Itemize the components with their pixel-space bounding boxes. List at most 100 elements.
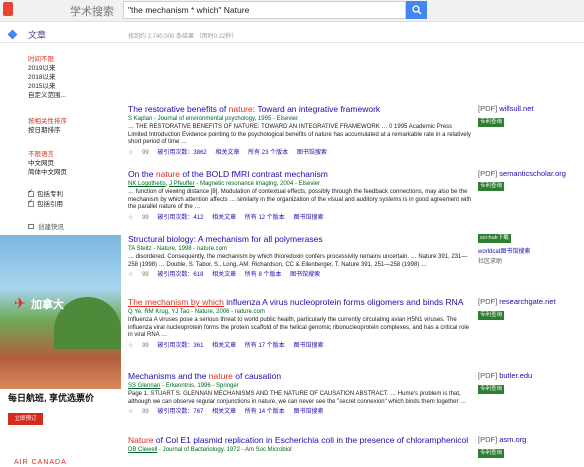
result-meta: Q Ye, RM Krug, YJ Tao - Nature, 2006 - n… [128, 309, 265, 315]
lang-chinese[interactable]: 中文网页 [28, 159, 54, 168]
library-search-link[interactable]: 图书馆搜索 [297, 150, 327, 156]
pdf-link[interactable]: [PDF] researchgate.net [478, 297, 556, 306]
time-filter-2019[interactable]: 2019以来 [28, 64, 55, 73]
author-link[interactable]: DB Clewell [128, 447, 157, 453]
library-search-link[interactable]: 图书馆搜索 [293, 215, 323, 221]
quote-icon[interactable]: 99 [142, 272, 149, 278]
star-icon[interactable]: ☆ [128, 272, 133, 278]
result-title[interactable]: Structural biology: A mechanism for all … [128, 234, 473, 244]
result-meta: SS Glennan - Erkenntnis, 1996 - Springer [128, 383, 239, 389]
patent-query-badge[interactable]: 专利查询 [478, 449, 505, 458]
author-link[interactable]: J Pfeuffer [169, 181, 195, 187]
sort-relevance[interactable]: 按相关性排序 [28, 117, 67, 126]
result-meta: NK Logothetis, J Pfeuffer - Magnetic res… [128, 181, 321, 187]
time-filter-custom[interactable]: 自定义范围... [28, 91, 66, 100]
checkbox-icon[interactable] [28, 198, 34, 207]
mail-icon [28, 224, 34, 229]
star-icon[interactable]: ☆ [128, 215, 133, 221]
result-meta: DB Clewell - Journal of Bacteriology, 19… [128, 447, 292, 453]
related-articles-link[interactable]: 相关文章 [212, 272, 236, 278]
author-link[interactable]: NK Logothetis [128, 181, 166, 187]
lang-simplified-chinese[interactable]: 简体中文网页 [28, 168, 67, 177]
search-result: Nature of Col E1 plasmid replication in … [128, 435, 473, 454]
cited-by-link[interactable]: 被引用次数：767 [157, 409, 203, 415]
cited-by-link[interactable]: 被引用次数：618 [157, 272, 203, 278]
related-articles-link[interactable]: 相关文章 [215, 150, 239, 156]
library-search-link[interactable]: 图书馆搜索 [293, 343, 323, 349]
ad-cta-button[interactable]: 立即预订 [8, 413, 43, 425]
advertisement[interactable]: ✈ 加拿大 每日航班, 享优选票价 立即预订 AIR CANADA [0, 235, 121, 467]
all-versions-link[interactable]: 所有 17 个版本 [245, 343, 285, 349]
result-links: ☆ 99 被引用次数：767 相关文章 所有 14 个版本 图书馆搜索 [128, 408, 473, 416]
hamburger-icon[interactable] [3, 2, 13, 16]
all-versions-link[interactable]: 所有 14 个版本 [245, 409, 285, 415]
community-help-link[interactable]: 社区求助 [478, 256, 502, 265]
patent-query-badge[interactable]: 专利查询 [478, 182, 505, 191]
pdf-link[interactable]: [PDF] butler.edu [478, 371, 532, 380]
result-title[interactable]: Nature of Col E1 plasmid replication in … [128, 435, 473, 445]
include-citations-check[interactable]: 包括引用 [28, 198, 63, 209]
related-articles-link[interactable]: 相关文章 [212, 409, 236, 415]
quote-icon[interactable]: 99 [142, 409, 149, 415]
menu-icon[interactable] [7, 29, 18, 40]
library-search-link[interactable]: 图书馆搜索 [293, 409, 323, 415]
search-result: Structural biology: A mechanism for all … [128, 234, 473, 279]
result-title[interactable]: On the nature of the BOLD fMRI contrast … [128, 169, 473, 179]
search-input[interactable]: "the mechanism * which" Nature [123, 1, 406, 19]
result-snippet: … function of viewing distance [8]. Modu… [128, 189, 472, 211]
author-link[interactable]: SS Glennan [128, 383, 160, 389]
cited-by-link[interactable]: 被引用次数：412 [157, 215, 203, 221]
patent-query-badge[interactable]: 专利查询 [478, 385, 505, 394]
scihub-download-badge[interactable]: sci-hub下载 [478, 234, 511, 243]
result-links: ☆ 99 被引用次数：361 相关文章 所有 17 个版本 图书馆搜索 [128, 342, 473, 350]
patent-query-badge[interactable]: 专利查询 [478, 118, 505, 127]
all-versions-link[interactable]: 所有 23 个版本 [248, 150, 288, 156]
quote-icon[interactable]: 99 [142, 343, 149, 349]
related-articles-link[interactable]: 相关文章 [212, 215, 236, 221]
time-filter-2018[interactable]: 2018以来 [28, 73, 55, 82]
search-result: The mechanism by which influenza A virus… [128, 297, 473, 350]
worldcat-link[interactable]: worldcat图书馆搜索 [478, 246, 530, 255]
result-snippet: Influenza A viruses pose a serious threa… [128, 317, 470, 339]
result-title[interactable]: The restorative benefits of nature: Towa… [128, 104, 473, 114]
pdf-link[interactable]: [PDF] asm.org [478, 435, 526, 444]
section-label[interactable]: 文章 [28, 28, 46, 41]
sort-date[interactable]: 按日期排序 [28, 126, 61, 135]
star-icon[interactable]: ☆ [128, 409, 133, 415]
brand-title[interactable]: 学术搜索 [70, 3, 114, 19]
star-icon[interactable]: ☆ [128, 343, 133, 349]
pdf-link[interactable]: [PDF] willsull.net [478, 104, 533, 113]
ad-image: ✈ 加拿大 [0, 235, 121, 389]
ad-brand: 加拿大 [31, 299, 64, 311]
result-title[interactable]: Mechanisms and the nature of causation [128, 371, 473, 381]
result-links: ☆ 99 被引用次数：618 相关文章 所有 8 个版本 图书馆搜索 [128, 271, 473, 279]
result-title[interactable]: The mechanism by which influenza A virus… [128, 297, 473, 307]
patent-query-badge[interactable]: 专利查询 [478, 311, 505, 320]
result-meta: TA Steitz - Nature, 1998 - nature.com [128, 246, 227, 252]
search-result: Mechanisms and the nature of causation S… [128, 371, 473, 416]
search-icon [411, 5, 421, 15]
time-filter-anytime[interactable]: 时间不限 [28, 55, 54, 64]
ad-hill-shape [54, 297, 121, 349]
all-versions-link[interactable]: 所有 8 个版本 [245, 272, 282, 278]
lang-any[interactable]: 不限语言 [28, 150, 54, 159]
create-alert[interactable]: 创建快讯 [28, 223, 64, 232]
result-stats: 找到约 2,740,000 条结果 （用时0.22秒） [128, 34, 238, 40]
pdf-link[interactable]: [PDF] semanticscholar.org [478, 169, 566, 178]
ad-footer-logo: AIR CANADA [14, 459, 67, 466]
time-filter-2015[interactable]: 2015以来 [28, 82, 55, 91]
ad-headline: 每日航班, 享优选票价 [8, 393, 95, 403]
all-versions-link[interactable]: 所有 12 个版本 [245, 215, 285, 221]
related-articles-link[interactable]: 相关文章 [212, 343, 236, 349]
result-snippet: Page 1. STUART S. GLENNAN MECHANISMS AND… [128, 391, 467, 405]
checkbox-icon[interactable] [28, 188, 34, 197]
cited-by-link[interactable]: 被引用次数：361 [157, 343, 203, 349]
library-search-link[interactable]: 图书馆搜索 [290, 272, 320, 278]
include-patents-check[interactable]: 包括专利 [28, 188, 63, 199]
star-icon[interactable]: ☆ [128, 150, 133, 156]
search-button[interactable] [406, 1, 427, 19]
quote-icon[interactable]: 99 [142, 215, 149, 221]
quote-icon[interactable]: 99 [142, 150, 149, 156]
cited-by-link[interactable]: 被引用次数：3862 [157, 150, 206, 156]
result-meta: S Kaplan - Journal of environmental psyc… [128, 116, 298, 122]
